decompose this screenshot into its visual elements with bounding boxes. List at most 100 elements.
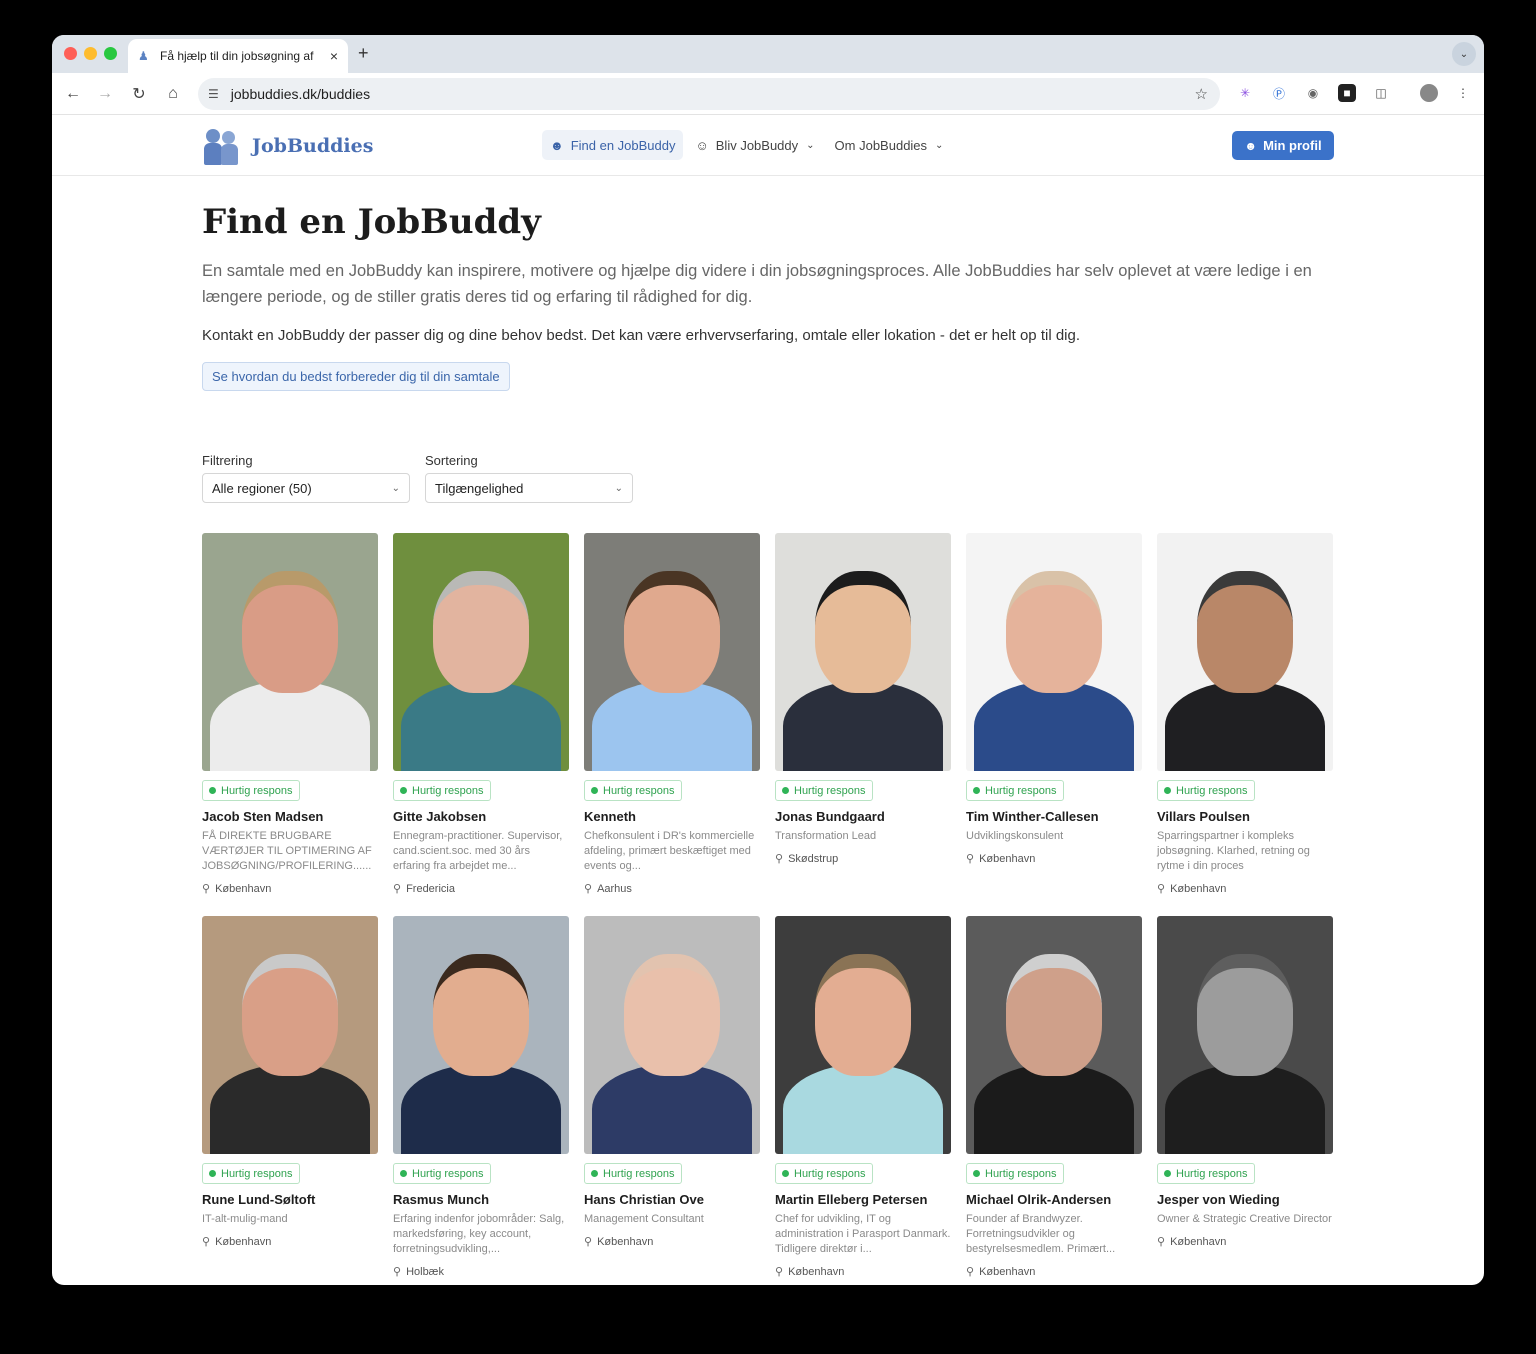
main-nav: ☻ Find en JobBuddy ☺ Bliv JobBuddy ⌄ Om … (542, 130, 955, 160)
buddy-card[interactable]: Hurtig respons Gitte Jakobsen Ennegram-pra… (393, 533, 569, 895)
photo-head (815, 571, 911, 693)
buddy-card[interactable]: Hurtig respons Villars Poulsen Sparringspa… (1157, 533, 1333, 895)
photo-head (242, 954, 338, 1076)
nav-label: Om JobBuddies (834, 137, 928, 153)
buddy-photo[interactable] (584, 533, 760, 771)
buddy-photo[interactable] (202, 916, 378, 1154)
badge-label: Hurtig respons (1176, 1167, 1248, 1180)
buddy-location: ⚲ København (202, 1235, 378, 1249)
nav-become-buddy[interactable]: ☺ Bliv JobBuddy ⌄ (687, 130, 822, 160)
profile-avatar-icon[interactable] (1420, 84, 1438, 102)
buddy-card[interactable]: Hurtig respons Jonas Bundgaard Transformat… (775, 533, 951, 865)
extension-purple-icon[interactable]: ✳ (1236, 84, 1254, 102)
users-icon: ☺ (695, 137, 709, 153)
site-logo[interactable]: JobBuddies (202, 127, 373, 165)
buddy-photo[interactable] (584, 916, 760, 1154)
browser-menu-icon[interactable]: ⋮ (1454, 84, 1472, 102)
my-profile-button[interactable]: ☻ Min profil (1232, 131, 1334, 160)
home-icon[interactable]: ⌂ (162, 83, 184, 105)
location-label: København (215, 882, 272, 895)
buddy-description: Management Consultant (584, 1213, 704, 1225)
buddy-name[interactable]: Rune Lund-Søltoft (202, 1192, 378, 1207)
buddy-name[interactable]: Jonas Bundgaard (775, 809, 951, 824)
map-pin-icon: ⚲ (393, 883, 402, 895)
buddy-name[interactable]: Tim Winther-Callesen (966, 809, 1142, 824)
buddy-card[interactable]: Hurtig respons Tim Winther-Callesen Udvikl… (966, 533, 1142, 865)
buddy-location: ⚲ København (1157, 1235, 1333, 1249)
extension-dark-icon[interactable]: ■ (1338, 84, 1356, 102)
new-tab-button[interactable]: + (358, 43, 369, 64)
buddy-photo[interactable] (393, 533, 569, 771)
photo-head (624, 571, 720, 693)
buddy-name[interactable]: Jesper von Wieding (1157, 1192, 1333, 1207)
status-dot-icon (973, 787, 980, 794)
buddy-card[interactable]: Hurtig respons Jacob Sten Madsen FÅ DIREKT… (202, 533, 378, 895)
status-dot-icon (1164, 1170, 1171, 1177)
buddy-name[interactable]: Jacob Sten Madsen (202, 809, 378, 824)
buddy-photo[interactable] (775, 533, 951, 771)
camera-icon[interactable]: ◉ (1304, 84, 1322, 102)
photo-body (1165, 1064, 1325, 1154)
buddy-photo[interactable] (775, 916, 951, 1154)
tab-search-button[interactable]: ⌄ (1452, 42, 1476, 66)
extensions-puzzle-icon[interactable]: ◫ (1372, 84, 1390, 102)
password-manager-icon[interactable]: Ⓟ (1270, 84, 1288, 102)
quick-response-badge: Hurtig respons (1157, 780, 1255, 801)
sort-label: Sortering (425, 453, 478, 468)
map-pin-icon: ⚲ (1157, 883, 1166, 895)
page-title: Find en JobBuddy (202, 202, 541, 242)
buddy-location: ⚲ Aarhus (584, 882, 760, 896)
photo-head (433, 571, 529, 693)
buddy-name[interactable]: Michael Olrik-Andersen (966, 1192, 1142, 1207)
maximize-window-button[interactable] (104, 47, 117, 60)
back-icon[interactable]: ← (62, 83, 84, 105)
close-tab-icon[interactable]: × (330, 48, 338, 64)
browser-tab[interactable]: ♟ Få hjælp til din jobsøgning af × (128, 39, 348, 73)
status-dot-icon (591, 787, 598, 794)
buddy-card[interactable]: Hurtig respons Rasmus Munch Erfaring inden… (393, 916, 569, 1278)
buddy-location: ⚲ København (202, 882, 378, 896)
buddy-name[interactable]: Villars Poulsen (1157, 809, 1333, 824)
user-check-icon: ☻ (1244, 138, 1258, 153)
close-window-button[interactable] (64, 47, 77, 60)
buddy-name[interactable]: Martin Elleberg Petersen (775, 1192, 951, 1207)
address-bar[interactable]: ☰ jobbuddies.dk/buddies ☆ (198, 78, 1220, 110)
badge-label: Hurtig respons (412, 1167, 484, 1180)
buddy-photo[interactable] (966, 916, 1142, 1154)
buddy-name[interactable]: Rasmus Munch (393, 1192, 569, 1207)
nav-label: Find en JobBuddy (570, 137, 676, 153)
chevron-down-icon: ⌄ (935, 139, 944, 151)
buddy-photo[interactable] (393, 916, 569, 1154)
buddy-card[interactable]: Hurtig respons Jesper von Wieding Owner & … (1157, 916, 1333, 1248)
photo-head (815, 954, 911, 1076)
buddy-card[interactable]: Hurtig respons Rune Lund-Søltoft IT-alt-mu… (202, 916, 378, 1248)
buddy-card[interactable]: Hurtig respons Martin Elleberg Petersen Ch… (775, 916, 951, 1278)
forward-icon[interactable]: → (94, 83, 116, 105)
sort-select[interactable]: Tilgængelighed ⌄ (425, 473, 633, 503)
logo-mark-icon (202, 127, 242, 165)
buddy-photo[interactable] (1157, 916, 1333, 1154)
prepare-link-button[interactable]: Se hvordan du bedst forbereder dig til d… (202, 362, 510, 391)
badge-label: Hurtig respons (603, 784, 675, 797)
nav-find-buddy[interactable]: ☻ Find en JobBuddy (542, 130, 684, 160)
buddy-location: ⚲ København (1157, 882, 1333, 896)
buddy-card[interactable]: Hurtig respons Michael Olrik-Andersen Foun… (966, 916, 1142, 1278)
buddy-name[interactable]: Hans Christian Ove (584, 1192, 760, 1207)
buddy-name[interactable]: Kenneth (584, 809, 760, 824)
buddy-card[interactable]: Hurtig respons Kenneth Chefkonsulent i DR'… (584, 533, 760, 895)
bookmark-star-icon[interactable]: ☆ (1195, 85, 1208, 103)
quick-response-badge: Hurtig respons (1157, 1163, 1255, 1184)
buddy-name[interactable]: Gitte Jakobsen (393, 809, 569, 824)
minimize-window-button[interactable] (84, 47, 97, 60)
reload-icon[interactable]: ↻ (128, 83, 150, 105)
buddy-card[interactable]: Hurtig respons Hans Christian Ove Manageme… (584, 916, 760, 1248)
site-info-icon[interactable]: ☰ (208, 87, 219, 101)
region-filter-select[interactable]: Alle regioner (50) ⌄ (202, 473, 410, 503)
location-label: Holbæk (406, 1265, 444, 1278)
map-pin-icon: ⚲ (584, 883, 593, 895)
badge-label: Hurtig respons (985, 784, 1057, 797)
buddy-photo[interactable] (202, 533, 378, 771)
buddy-photo[interactable] (966, 533, 1142, 771)
nav-about[interactable]: Om JobBuddies ⌄ (827, 130, 952, 160)
buddy-photo[interactable] (1157, 533, 1333, 771)
